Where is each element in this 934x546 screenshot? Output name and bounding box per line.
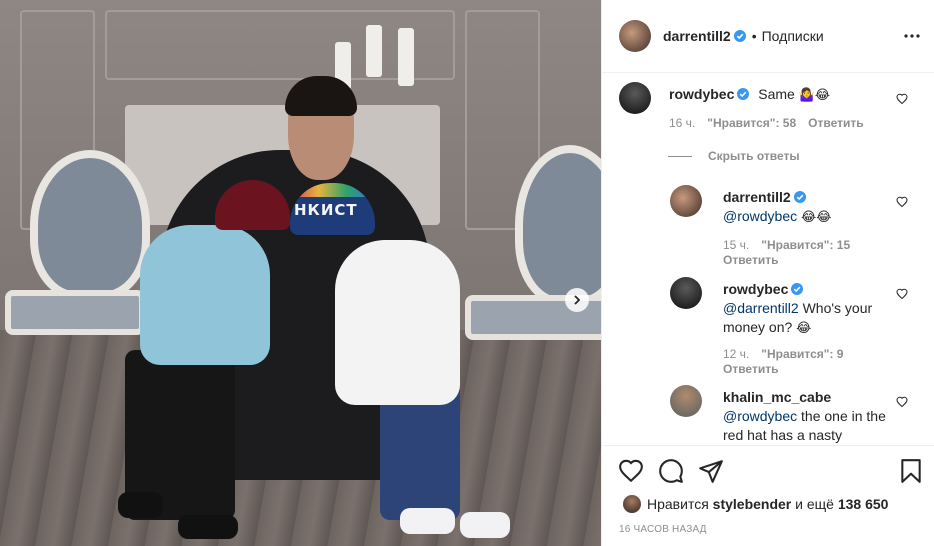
- verified-badge-icon: [737, 88, 750, 100]
- next-media-button[interactable]: [565, 288, 589, 312]
- reply-meta: 15 ч. "Нравится": 15 Ответить: [723, 238, 850, 268]
- post-actions: Нравится stylebender и ещё 138 650 16 ча…: [602, 445, 934, 546]
- mention-link[interactable]: @rowdybec: [723, 208, 797, 224]
- verified-badge-icon: [733, 30, 746, 42]
- likes-summary: Нравится stylebender и ещё 138 650: [623, 495, 888, 513]
- heart-icon[interactable]: [896, 396, 908, 408]
- chair-left: [30, 150, 150, 300]
- liker-avatar[interactable]: [623, 495, 641, 513]
- comments-list[interactable]: rowdybec Same 🤷‍♀️😂 16 ч. "Нравится": 58 О…: [602, 73, 934, 445]
- reply-time[interactable]: 15 ч.: [723, 238, 749, 252]
- commenter-username[interactable]: khalin_mc_cabe: [723, 389, 831, 405]
- reply-meta: 12 ч. "Нравится": 9 Ответить: [723, 347, 843, 377]
- post-media-video[interactable]: НКИСТ: [0, 0, 601, 546]
- hide-replies-button[interactable]: Скрыть ответы: [668, 149, 800, 163]
- commenter-avatar[interactable]: [670, 385, 702, 417]
- verified-badge-icon: [791, 283, 804, 295]
- more-horizontal-icon[interactable]: [903, 27, 921, 45]
- commenter-username[interactable]: rowdybec: [669, 86, 734, 102]
- commenter-username[interactable]: rowdybec: [723, 281, 788, 297]
- likes-count[interactable]: 138 650: [838, 496, 889, 512]
- comment-item: rowdybec Same 🤷‍♀️😂 16 ч. "Нравится": 58 О…: [619, 82, 919, 142]
- post-time[interactable]: 16 часов назад: [619, 524, 707, 535]
- child-right: [335, 240, 460, 405]
- commenter-avatar[interactable]: [670, 185, 702, 217]
- commenter-avatar[interactable]: [619, 82, 651, 114]
- author-avatar[interactable]: [619, 20, 651, 52]
- mention-link[interactable]: @darrentill2: [723, 300, 799, 316]
- comment-text: Same: [758, 86, 795, 102]
- heart-icon[interactable]: [618, 458, 644, 484]
- reply-emoji: 😂: [796, 321, 812, 336]
- following-button[interactable]: Подписки: [762, 28, 824, 44]
- reply-button[interactable]: Ответить: [723, 362, 778, 376]
- likes-and-more: и ещё: [795, 496, 834, 512]
- verified-badge-icon: [793, 191, 806, 203]
- heart-icon[interactable]: [896, 93, 908, 105]
- post-side-panel: darrentill2 • Подписки rowdybec Same 🤷‍♀…: [601, 0, 934, 546]
- share-icon[interactable]: [698, 458, 724, 484]
- likes-prefix: Нравится: [647, 496, 709, 512]
- embroidered-hat: НКИСТ: [290, 183, 375, 235]
- liker-username[interactable]: stylebender: [713, 496, 792, 512]
- instagram-post: НКИСТ darrentill2 • Подписки rowdybec Sa…: [0, 0, 934, 546]
- reply-time[interactable]: 12 ч.: [723, 347, 749, 361]
- reply-button[interactable]: Ответить: [808, 116, 863, 130]
- heart-icon[interactable]: [896, 196, 908, 208]
- bookmark-icon[interactable]: [898, 458, 924, 484]
- comment-time[interactable]: 16 ч.: [669, 116, 695, 130]
- reply-item: rowdybec @darrentill2 Who's your money o…: [670, 277, 920, 377]
- comment-likes[interactable]: "Нравится": 58: [707, 116, 796, 130]
- reply-emoji: 😂😂: [801, 210, 832, 225]
- child-left: [140, 225, 270, 365]
- reply-item: darrentill2 @rowdybec 😂😂 15 ч. "Нравится"…: [670, 185, 920, 268]
- comment-emoji: 🤷‍♀️😂: [798, 88, 831, 103]
- post-header: darrentill2 • Подписки: [602, 0, 934, 73]
- header-separator: •: [751, 28, 757, 44]
- author-username[interactable]: darrentill2: [663, 28, 731, 44]
- reply-item: khalin_mc_cabe @rowdybec the one in the …: [670, 385, 920, 445]
- reply-button[interactable]: Ответить: [723, 253, 778, 267]
- mention-link[interactable]: @rowdybec: [723, 408, 797, 424]
- commenter-avatar[interactable]: [670, 277, 702, 309]
- commenter-username[interactable]: darrentill2: [723, 189, 791, 205]
- reply-likes[interactable]: "Нравится": 15: [761, 238, 850, 252]
- chevron-right-icon: [574, 295, 581, 305]
- comment-meta: 16 ч. "Нравится": 58 Ответить: [669, 116, 864, 130]
- reply-likes[interactable]: "Нравится": 9: [761, 347, 843, 361]
- heart-icon[interactable]: [896, 288, 908, 300]
- comment-icon[interactable]: [658, 458, 684, 484]
